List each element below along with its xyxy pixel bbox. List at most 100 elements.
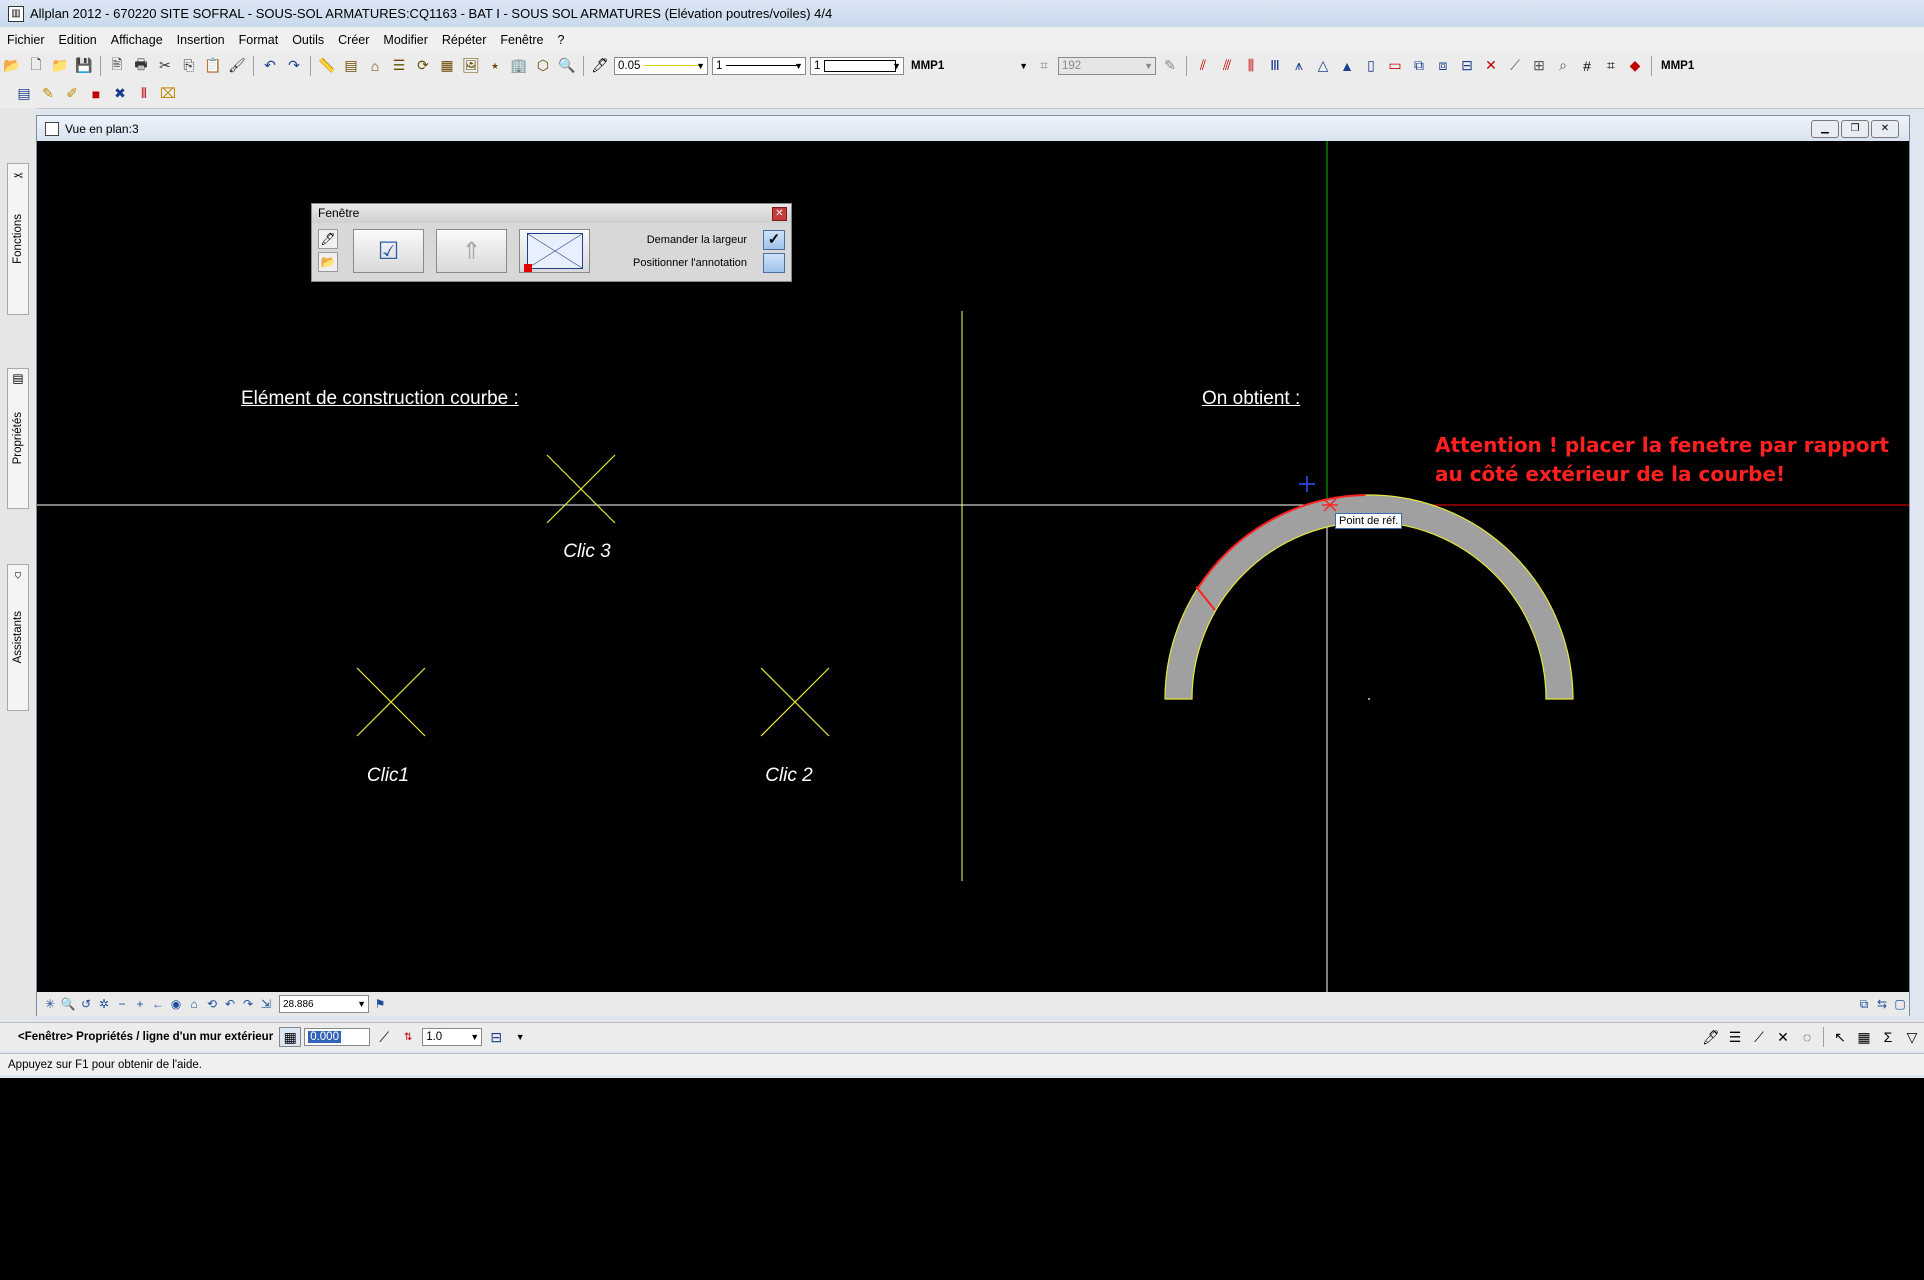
nav-tool-icon[interactable]: + — [131, 997, 149, 1011]
cut-icon[interactable]: ✂ — [154, 55, 176, 77]
pipette-icon[interactable]: 🖊 — [1700, 1026, 1722, 1048]
door-icon[interactable]: ▯ — [1360, 55, 1382, 77]
drawing-canvas[interactable]: Elément de construction courbe : On obti… — [37, 141, 1909, 992]
structure-icon[interactable]: ⌂ — [364, 55, 386, 77]
folder-star-icon[interactable]: ⭑ — [484, 55, 506, 77]
opening-icon[interactable]: ⧉ — [1408, 55, 1430, 77]
table-icon[interactable]: ▦ — [1853, 1026, 1875, 1048]
menu-outils[interactable]: Outils — [285, 33, 331, 47]
nav-tool-icon[interactable]: ◉ — [167, 997, 185, 1011]
list-icon[interactable]: ☰ — [388, 55, 410, 77]
column-icon[interactable]: ⫼ — [1240, 55, 1262, 77]
sill-button[interactable]: ⇑ — [436, 229, 507, 273]
filter-icon[interactable]: ▽ — [1901, 1026, 1923, 1048]
menu-affichage[interactable]: Affichage — [104, 33, 170, 47]
niche-icon[interactable]: ⧈ — [1432, 55, 1454, 77]
building-icon[interactable]: 🏢 — [508, 55, 530, 77]
nav-tool-icon[interactable]: ✲ — [95, 997, 113, 1011]
snap-icon[interactable]: ⟋ — [1504, 55, 1526, 77]
format-painter-icon[interactable]: 🖌 — [226, 55, 248, 77]
snap-circle-icon[interactable]: ◌ — [1796, 1026, 1818, 1048]
hash-fill-icon[interactable]: ⌗ — [1600, 55, 1622, 77]
nav-tool-icon[interactable]: ← — [149, 997, 167, 1011]
alignment-icon[interactable]: ⊟ — [485, 1026, 507, 1048]
delete-icon[interactable]: ✕ — [1480, 55, 1502, 77]
pencil-box-icon[interactable]: ✐ — [61, 83, 83, 105]
paint-icon[interactable]: ◆ — [1624, 55, 1646, 77]
menu-repeter[interactable]: Répéter — [435, 33, 493, 47]
pen-thickness-select[interactable]: 0.05 ▼ — [614, 56, 708, 75]
snap-tools-icon[interactable]: ⟋ — [1748, 1026, 1770, 1048]
minimize-button[interactable]: ▁ — [1811, 120, 1839, 138]
zoom-scale-select[interactable]: 28.886 ▼ — [279, 995, 369, 1013]
layer-icon[interactable]: ▤ — [340, 55, 362, 77]
beam-icon[interactable]: Ⅲ — [1264, 55, 1286, 77]
copy-icon[interactable]: ⎘ — [178, 55, 200, 77]
help-icon[interactable]: 🔍 — [556, 55, 578, 77]
recess-icon[interactable]: ⊟ — [1456, 55, 1478, 77]
window-tile-icon[interactable]: ⧉ — [1855, 997, 1873, 1012]
save-icon[interactable]: 💾 — [73, 55, 95, 77]
nav-tool-icon[interactable]: ↶ — [221, 997, 239, 1011]
nav-tool-icon[interactable]: ↺ — [77, 997, 95, 1011]
menu-edition[interactable]: Edition — [52, 33, 104, 47]
redo-icon[interactable]: ↷ — [283, 55, 305, 77]
menu-help[interactable]: ? — [550, 33, 571, 47]
stair-icon[interactable]: ⌧ — [157, 83, 179, 105]
scale-icon[interactable]: ⇅ — [397, 1026, 419, 1048]
ask-width-checkbox[interactable]: ✓ — [763, 230, 785, 250]
pencil-icon[interactable]: ✎ — [37, 83, 59, 105]
nav-tool-icon[interactable]: ⇲ — [257, 997, 275, 1011]
window-icon[interactable]: ▭ — [1384, 55, 1406, 77]
chevron-down-icon[interactable]: ▼ — [509, 1026, 531, 1048]
new-file-icon[interactable]: 🗋 — [25, 55, 47, 77]
image-icon[interactable]: 🖼 — [460, 55, 482, 77]
pattern-edit-icon[interactable]: ✎ — [1159, 55, 1181, 77]
pointer-icon[interactable]: ↖ — [1829, 1026, 1851, 1048]
open-project-icon[interactable]: 📂 — [1, 55, 23, 77]
pen-picker-icon[interactable]: 🖊 — [589, 55, 611, 77]
factor-select[interactable]: 1.0 ▼ — [422, 1028, 483, 1046]
tab-fonctions[interactable]: ✂ Fonctions — [7, 163, 29, 315]
line-type-select[interactable]: 1 ▼ — [712, 56, 806, 75]
distance-icon[interactable]: ▦ — [279, 1027, 302, 1047]
menu-format[interactable]: Format — [232, 33, 286, 47]
undo-icon[interactable]: ↶ — [259, 55, 281, 77]
restore-button[interactable]: ❐ — [1841, 120, 1869, 138]
grid-icon[interactable]: ⊞ — [1528, 55, 1550, 77]
hash-icon[interactable]: # — [1576, 55, 1598, 77]
menu-creer[interactable]: Créer — [331, 33, 376, 47]
split-view-icon[interactable]: ⇆ — [1873, 997, 1891, 1011]
palette-close-button[interactable]: ✕ — [772, 207, 787, 221]
tab-assistants[interactable]: ⌂ Assistants — [7, 564, 29, 711]
nav-tool-icon[interactable]: − — [113, 997, 131, 1011]
hatch-icon[interactable]: ⦀ — [133, 83, 155, 105]
refresh-icon[interactable]: ⟳ — [412, 55, 434, 77]
ridge-icon[interactable]: ▲ — [1336, 55, 1358, 77]
frame-icon[interactable]: ▢ — [1891, 997, 1909, 1011]
properties-list-icon[interactable]: ☰ — [1724, 1026, 1746, 1048]
pick-properties-icon[interactable]: 🖊 — [318, 229, 338, 249]
measure-icon[interactable]: 📏 — [316, 55, 338, 77]
menu-fichier[interactable]: Fichier — [0, 33, 52, 47]
offset-input[interactable]: 0.000 — [304, 1028, 371, 1046]
red-cube-icon[interactable]: ■ — [85, 83, 107, 105]
nav-tool-icon[interactable]: ✳ — [41, 997, 59, 1011]
window-symbol-button[interactable] — [519, 229, 590, 273]
print-icon[interactable]: 🖶 — [130, 55, 152, 77]
roof-icon[interactable]: △ — [1312, 55, 1334, 77]
menu-insertion[interactable]: Insertion — [170, 33, 232, 47]
zoom-icon[interactable]: ⌕ — [1552, 55, 1574, 77]
snap-cross-icon[interactable]: ✕ — [1772, 1026, 1794, 1048]
nav-tool-icon[interactable]: ⌂ — [185, 997, 203, 1011]
pattern-icon[interactable]: ⌗ — [1033, 55, 1055, 77]
layer-select-right[interactable]: MMP1 — [1658, 57, 1728, 75]
nav-tool-icon[interactable]: ⟲ — [203, 997, 221, 1011]
print-preview-icon[interactable]: 🖹 — [106, 55, 128, 77]
palette-icon[interactable]: ▤ — [13, 83, 35, 105]
paste-icon[interactable]: 📋 — [202, 55, 224, 77]
pattern-select[interactable]: 192 ▼ — [1058, 56, 1156, 75]
close-button[interactable]: ✕ — [1871, 120, 1899, 138]
color-select[interactable]: 1 ▼ — [810, 56, 904, 75]
cube-icon[interactable]: ⬡ — [532, 55, 554, 77]
